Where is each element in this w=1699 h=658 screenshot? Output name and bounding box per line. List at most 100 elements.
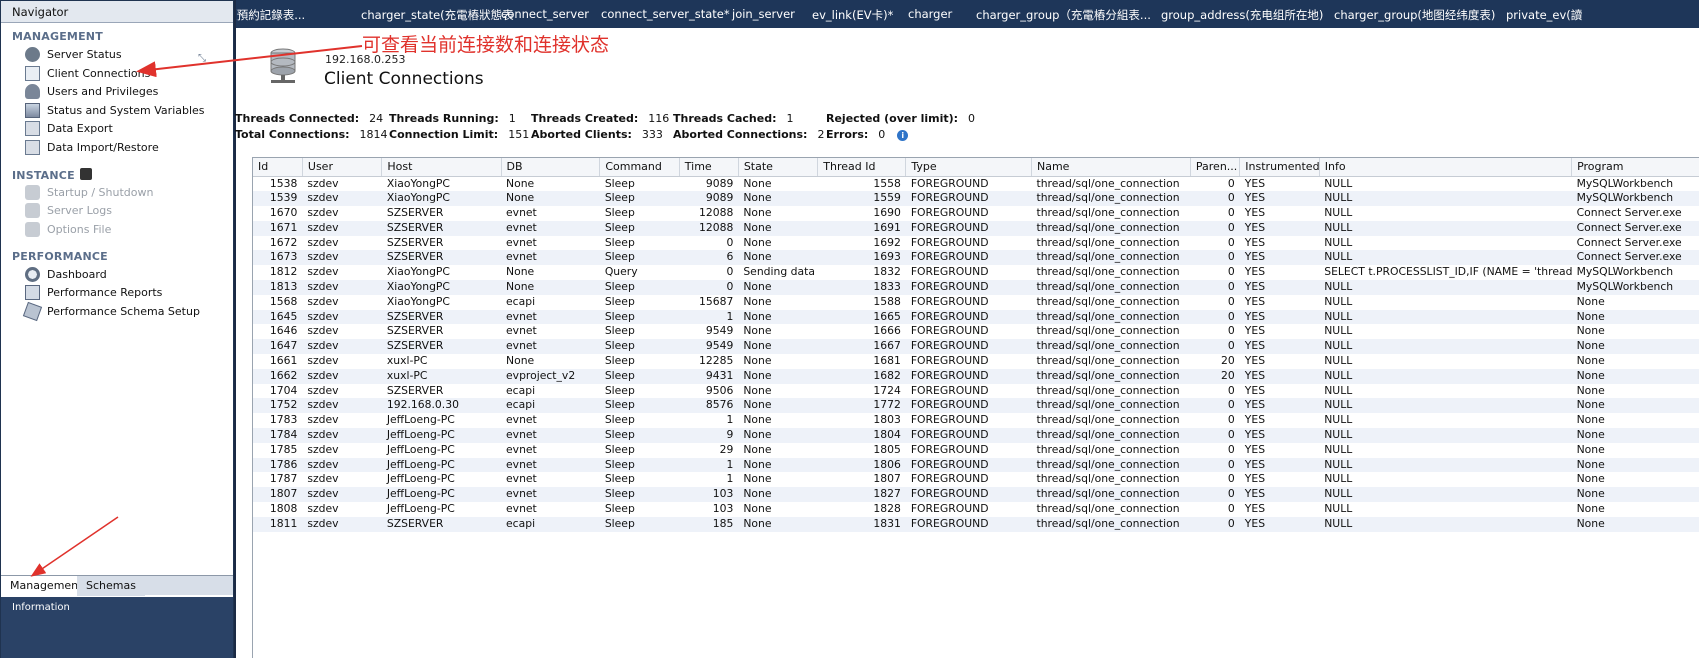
tab-charger-group-map[interactable]: charger_group(地图经纬度表) xyxy=(1334,7,1495,23)
table-cell: NULL xyxy=(1324,383,1353,397)
table-cell: NULL xyxy=(1324,235,1353,249)
table-cell: YES xyxy=(1244,383,1266,397)
nav-item-status-variables[interactable]: Status and System Variables xyxy=(25,101,205,119)
table-row[interactable]: 1784 szdev JeffLoeng-PC evnet Sleep 9 None 1804… xyxy=(253,428,1699,443)
table-cell: Sleep xyxy=(604,442,635,456)
column-header[interactable]: Instrumented xyxy=(1239,158,1320,177)
tab-reservation-log[interactable]: l（預約記錄表... xyxy=(236,7,305,23)
column-header[interactable]: State xyxy=(738,158,819,177)
annotation-text: 可查看当前连接数和连接状态 xyxy=(362,34,610,56)
table-row[interactable]: 1813 szdev XiaoYongPC None Sleep 0 None 1833 FOR… xyxy=(253,280,1699,295)
table-cell: ecapi xyxy=(506,383,536,397)
column-header[interactable]: Program xyxy=(1571,158,1699,177)
tab-connect-server[interactable]: connect_server xyxy=(501,7,589,21)
table-row[interactable]: 1704 szdev SZSERVER ecapi Sleep 9506 None 1724 F… xyxy=(253,384,1699,399)
tab-schemas[interactable]: Schemas xyxy=(77,576,145,596)
table-cell: YES xyxy=(1244,265,1266,279)
table-row[interactable]: 1812 szdev XiaoYongPC None Query 0 Sending dat… xyxy=(253,265,1699,280)
nav-item-schema-setup[interactable]: Performance Schema Setup xyxy=(22,301,200,321)
table-row[interactable]: 1672 szdev SZSERVER evnet Sleep 0 None 1692 FORE… xyxy=(253,236,1699,251)
nav-item-dashboard[interactable]: Dashboard xyxy=(25,265,107,283)
tab-charger-state[interactable]: charger_state(充電樁狀態表 xyxy=(361,7,514,23)
column-header[interactable]: Type xyxy=(905,158,1032,177)
column-header[interactable]: Id xyxy=(253,158,303,177)
table-row[interactable]: 1670 szdev SZSERVER evnet Sleep 12088 None 1690… xyxy=(253,206,1699,221)
nav-item-data-export[interactable]: Data Export xyxy=(25,119,113,137)
table-row[interactable]: 1539 szdev XiaoYongPC None Sleep 9089 None 1559… xyxy=(253,191,1699,207)
nav-item-server-logs[interactable]: Server Logs xyxy=(25,201,112,219)
column-header[interactable]: Time xyxy=(679,158,739,177)
table-cell: FOREGROUND xyxy=(910,413,989,427)
table-row[interactable]: 1538 szdev XiaoYongPC None Sleep 9089 None 1558… xyxy=(253,176,1699,191)
tab-connect-server-state[interactable]: connect_server_state* xyxy=(601,7,730,21)
table-cell: 1568 xyxy=(269,294,298,308)
connections-table-container[interactable]: Id User Host DB Command Time State Thread Id Typ… xyxy=(252,157,1699,658)
tab-private-ev[interactable]: private_ev(讀 xyxy=(1506,7,1582,23)
table-row[interactable]: 1811 szdev SZSERVER ecapi Sleep 185 None 1831 FO… xyxy=(253,516,1699,532)
performance-reports-icon xyxy=(25,284,40,300)
nav-item-performance-reports[interactable]: Performance Reports xyxy=(25,283,162,301)
tab-group-address[interactable]: group_address(充电组所在地) xyxy=(1161,7,1323,23)
table-row[interactable]: 1568 szdev XiaoYongPC ecapi Sleep 15687 None 15… xyxy=(253,295,1699,310)
table-row[interactable]: 1783 szdev JeffLoeng-PC evnet Sleep 1 None 1803… xyxy=(253,413,1699,428)
table-cell: None xyxy=(738,487,818,503)
info-icon[interactable]: i xyxy=(897,130,909,141)
table-cell: None xyxy=(738,250,818,266)
column-header[interactable]: Name xyxy=(1031,158,1191,177)
table-row[interactable]: 1647 szdev SZSERVER evnet Sleep 9549 None 1667 F… xyxy=(253,339,1699,355)
table-cell: szdev xyxy=(302,309,382,325)
table-row[interactable]: 1662 szdev xuxl-PC evproject_v2 Sleep 9431 Non… xyxy=(253,368,1699,384)
table-row[interactable]: 1752 szdev 192.168.0.30 ecapi Sleep 8576 None 1… xyxy=(253,398,1699,414)
table-cell: 9089 xyxy=(679,191,739,207)
tab-charger[interactable]: charger xyxy=(908,7,952,21)
table-cell: None xyxy=(743,502,772,516)
server-logs-icon xyxy=(25,202,40,218)
table-cell: JeffLoeng-PC xyxy=(381,457,502,473)
nav-item-users-privileges[interactable]: Users and Privileges xyxy=(25,82,158,100)
table-row[interactable]: 1671 szdev SZSERVER evnet Sleep 12088 None 1691… xyxy=(253,220,1699,236)
column-header[interactable]: Command xyxy=(599,158,680,177)
column-header[interactable]: Thread Id xyxy=(817,158,907,177)
table-row[interactable]: 1661 szdev xuxl-PC None Sleep 12285 None 1681 FO… xyxy=(253,354,1699,369)
table-cell: None xyxy=(743,206,772,220)
column-header[interactable]: Host xyxy=(381,158,502,177)
nav-item-data-import[interactable]: Data Import/Restore xyxy=(25,138,159,156)
nav-item-client-connections[interactable]: Client Connections xyxy=(25,64,150,82)
column-header[interactable]: Info xyxy=(1319,158,1573,177)
table-cell: szdev xyxy=(302,280,382,295)
table-row[interactable]: 1646 szdev SZSERVER evnet Sleep 9549 None 1666 F… xyxy=(253,324,1699,339)
table-row[interactable]: 1807 szdev JeffLoeng-PC evnet Sleep 103 None 18… xyxy=(253,487,1699,503)
table-cell: YES xyxy=(1239,487,1320,503)
table-cell: None xyxy=(743,176,772,190)
column-header[interactable]: User xyxy=(302,158,383,177)
tab-join-server[interactable]: join_server xyxy=(732,7,795,21)
tab-ev-link[interactable]: ev_link(EV卡)* xyxy=(812,7,893,23)
nav-item-server-status[interactable]: Server Status xyxy=(25,45,122,63)
table-cell: 185 xyxy=(679,516,739,532)
table-row[interactable]: 1808 szdev JeffLoeng-PC evnet Sleep 103 None 18… xyxy=(253,502,1699,517)
table-row[interactable]: 1645 szdev SZSERVER evnet Sleep 1 None 1665 FORE… xyxy=(253,309,1699,325)
table-row[interactable]: 1785 szdev JeffLoeng-PC evnet Sleep 29 None 180… xyxy=(253,443,1699,458)
column-header[interactable]: DB xyxy=(501,158,601,177)
table-cell: Sleep xyxy=(599,516,680,532)
table-cell: thread/sql/one_connection xyxy=(1036,324,1180,338)
table-row[interactable]: 1786 szdev JeffLoeng-PC evnet Sleep 1 None 1806… xyxy=(253,457,1699,473)
table-cell: JeffLoeng-PC xyxy=(386,502,455,516)
nav-item-startup-shutdown[interactable]: Startup / Shutdown xyxy=(25,183,153,201)
table-cell: szdev xyxy=(302,428,382,443)
collapse-icon[interactable]: ⤡ xyxy=(198,53,206,64)
table-cell: FOREGROUND xyxy=(905,191,1032,207)
table-cell: evnet xyxy=(506,472,537,486)
nav-item-options-file[interactable]: Options File xyxy=(25,220,111,238)
table-cell: thread/sql/one_connection xyxy=(1031,398,1191,414)
table-cell: Sleep xyxy=(599,220,680,236)
table-row[interactable]: 1787 szdev JeffLoeng-PC evnet Sleep 1 None 1807… xyxy=(253,472,1699,487)
tab-charger-group[interactable]: charger_group（充電樁分組表... xyxy=(976,7,1151,23)
column-header[interactable]: Paren... xyxy=(1190,158,1241,177)
table-cell: YES xyxy=(1239,368,1320,384)
table-cell: thread/sql/one_connection xyxy=(1036,176,1180,190)
table-cell: MySQLWorkbench xyxy=(1576,265,1674,279)
table-row[interactable]: 1673 szdev SZSERVER evnet Sleep 6 None 1693 FORE… xyxy=(253,250,1699,266)
table-cell: FOREGROUND xyxy=(910,206,989,220)
table-cell: NULL xyxy=(1319,191,1572,207)
